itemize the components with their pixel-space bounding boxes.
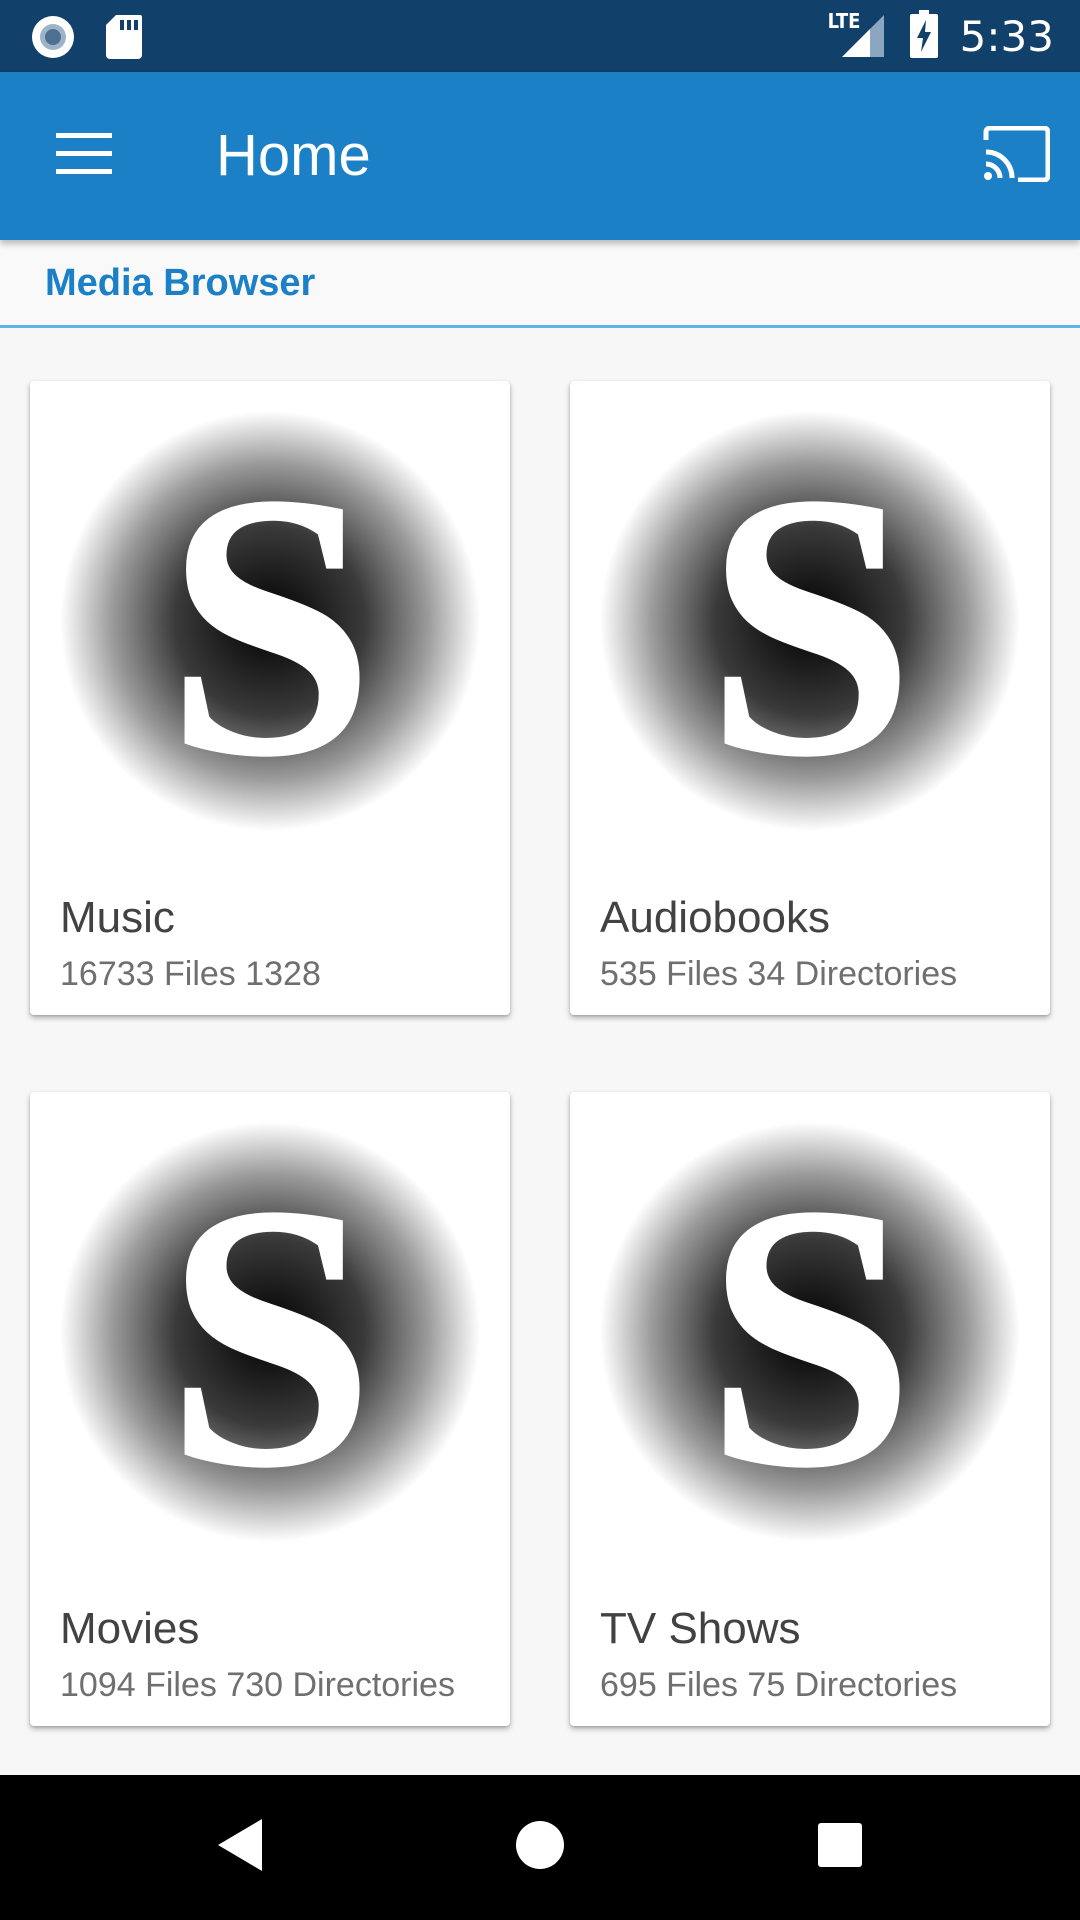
status-bar: LTE 5:33 [0,0,1080,72]
library-card-audiobooks[interactable]: S Audiobooks 535 Files 34 Directories [570,381,1050,1015]
logo-letter: S [164,415,375,831]
card-subtitle: 16733 Files 1328 [60,955,321,993]
logo-letter: S [704,415,915,831]
menu-button[interactable] [40,112,128,200]
card-title: TV Shows [600,1604,801,1653]
status-time: 5:33 [959,11,1054,61]
cast-button[interactable] [972,112,1060,200]
back-button[interactable] [200,1807,280,1887]
card-title: Movies [60,1604,200,1653]
battery-charging-icon [909,9,938,63]
status-right-icons: LTE 5:33 [828,0,1054,72]
card-subtitle: 535 Files 34 Directories [600,955,958,993]
library-card-movies[interactable]: S Movies 1094 Files 730 Directories [30,1092,510,1726]
section-header: Media Browser [0,240,1080,328]
logo-letter: S [704,1126,915,1542]
system-nav-bar [0,1775,1080,1920]
card-title: Music [60,893,175,942]
card-subtitle: 695 Files 75 Directories [600,1666,958,1704]
menu-icon [56,132,112,180]
library-grid: S Music 16733 Files 1328 S Audiobooks 53… [0,331,1080,1775]
home-button[interactable] [500,1807,580,1887]
library-logo-image: S [60,411,480,836]
library-logo-image: S [600,1122,1020,1547]
back-icon [214,1817,266,1878]
library-logo-image: S [600,411,1020,836]
sd-card-icon [106,15,142,64]
library-card-music[interactable]: S Music 16733 Files 1328 [30,381,510,1015]
status-left-icons [30,14,142,65]
signal-icon: LTE [828,9,888,61]
card-title: Audiobooks [600,893,830,942]
home-icon [514,1819,566,1876]
library-card-tv-shows[interactable]: S TV Shows 695 Files 75 Directories [570,1092,1050,1726]
section-title: Media Browser [45,262,316,304]
cast-icon [982,125,1051,187]
page-title: Home [216,123,371,188]
recents-icon [816,1821,864,1874]
card-subtitle: 1094 Files 730 Directories [60,1666,455,1704]
network-type-label: LTE [827,9,861,33]
recents-button[interactable] [800,1807,880,1887]
library-logo-image: S [60,1122,480,1547]
circle-notification-icon [30,14,76,65]
app-bar: Home [0,72,1080,240]
logo-letter: S [164,1126,375,1542]
